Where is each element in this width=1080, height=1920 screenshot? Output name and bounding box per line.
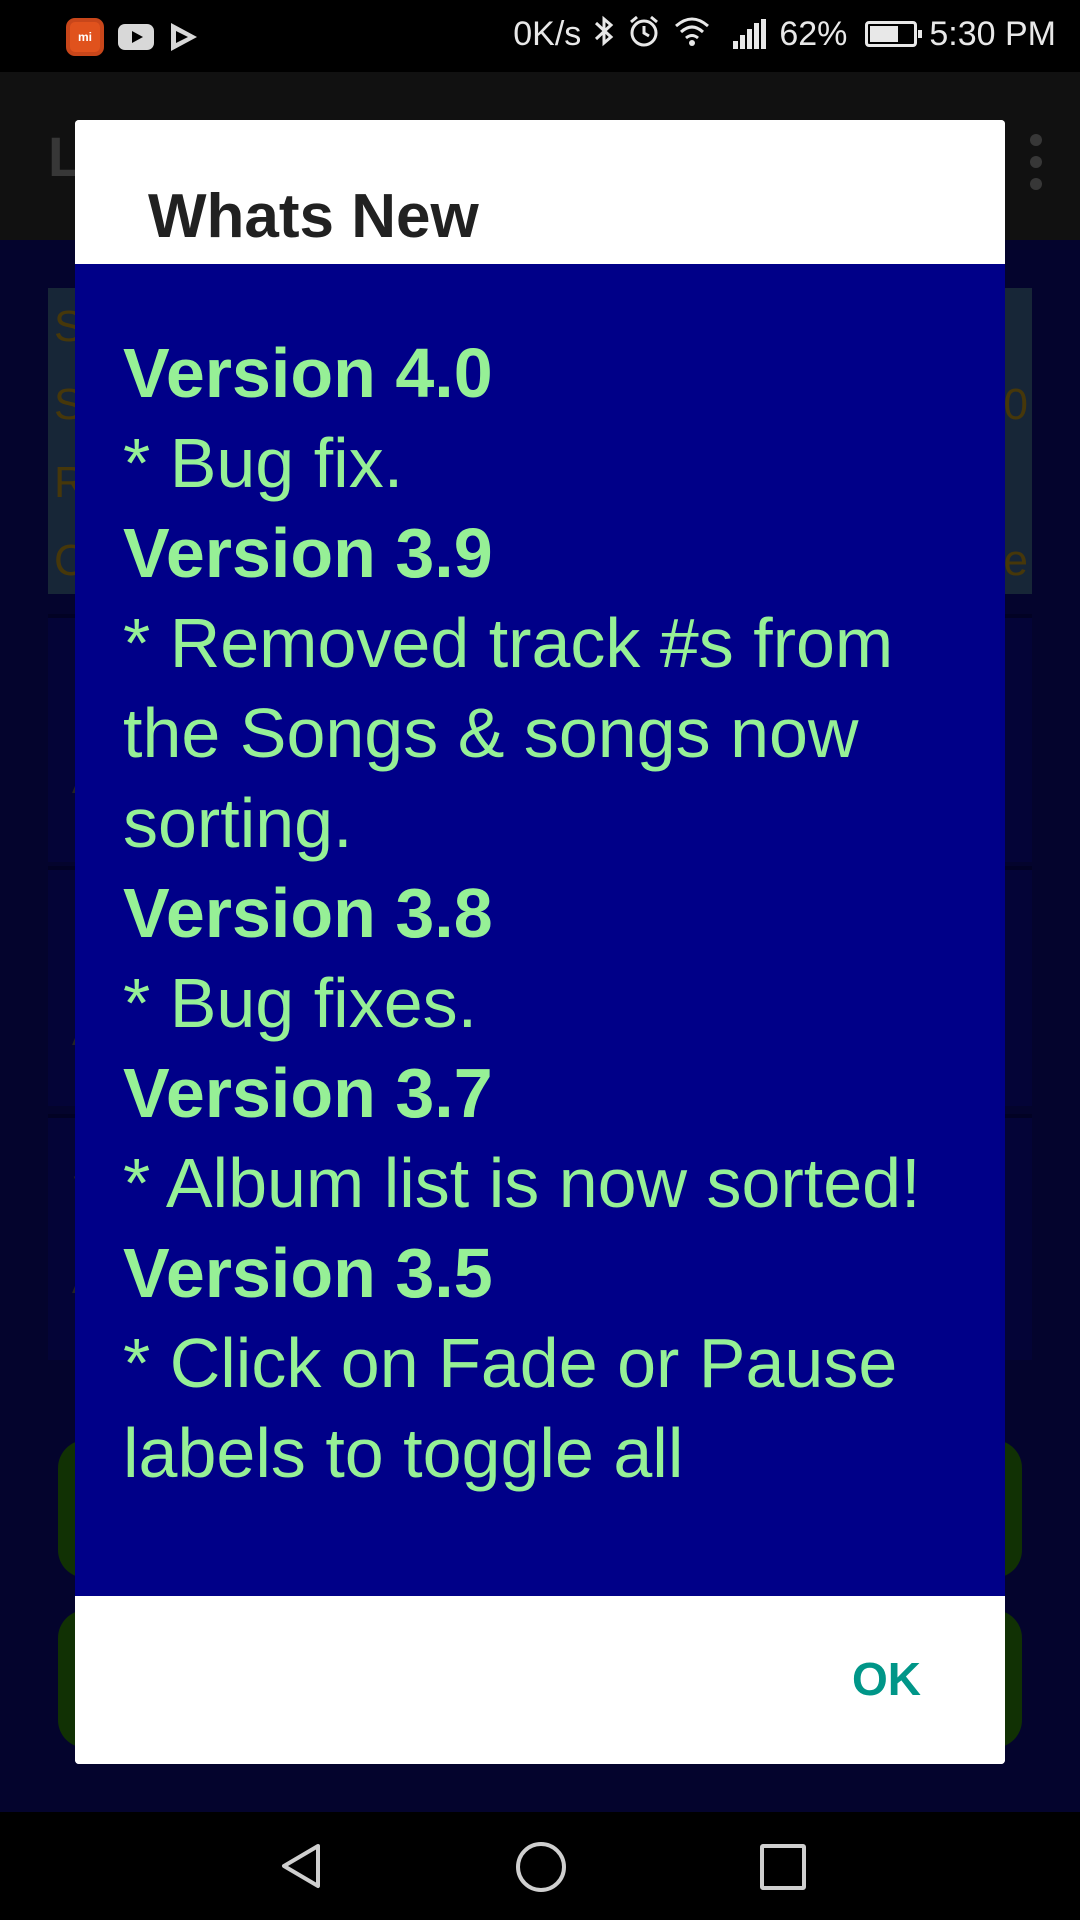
status-bar: mi 0K/s 62% 5:30 PM: [0, 0, 1080, 72]
battery-percent: 62%: [779, 14, 848, 53]
version-heading: Version 4.0: [123, 334, 493, 412]
dialog-body[interactable]: Version 4.0 * Bug fix. Version 3.9 * Remove…: [75, 264, 1005, 1596]
youtube-icon: [118, 24, 154, 50]
version-heading: Version 3.5: [123, 1234, 493, 1312]
changelog-list: Version 4.0 * Bug fix. Version 3.9 * Remove…: [123, 328, 963, 1498]
version-heading: Version 3.7: [123, 1054, 493, 1132]
ok-button[interactable]: OK: [852, 1652, 921, 1706]
signal-icon: [733, 19, 767, 49]
changelog-entry: Version 4.0 * Bug fix.: [123, 328, 963, 508]
screen: mi 0K/s 62% 5:30 PM Whats New Version 4.…: [0, 0, 1080, 1920]
version-note: * Bug fix.: [123, 424, 404, 502]
dialog-header: Whats New: [75, 120, 1005, 264]
dialog-title: Whats New: [148, 182, 479, 251]
changelog-entry: Version 3.8 * Bug fixes.: [123, 868, 963, 1048]
version-note: * Bug fixes.: [123, 964, 478, 1042]
version-note: * Album list is now sorted!: [123, 1144, 921, 1222]
navigation-bar: [0, 1812, 1080, 1920]
bluetooth-icon: [593, 14, 615, 54]
network-speed: 0K/s: [513, 14, 582, 53]
home-icon[interactable]: [516, 1842, 566, 1892]
mi-app-icon: mi: [66, 18, 104, 56]
alarm-icon: [627, 14, 661, 54]
recent-apps-icon[interactable]: [760, 1844, 806, 1890]
play-store-icon: [168, 22, 198, 52]
wifi-icon: [673, 15, 711, 53]
version-heading: Version 3.9: [123, 514, 493, 592]
changelog-entry: Version 3.7 * Album list is now sorted!: [123, 1048, 963, 1228]
battery-icon: [865, 21, 923, 47]
version-heading: Version 3.8: [123, 874, 493, 952]
version-note: * Removed track #s from the Songs & song…: [123, 604, 894, 862]
version-note: * Click on Fade or Pause labels to toggl…: [123, 1324, 898, 1492]
changelog-entry: Version 3.9 * Removed track #s from the S…: [123, 508, 963, 868]
whats-new-dialog: Whats New Version 4.0 * Bug fix. Version 3…: [75, 120, 1005, 1764]
changelog-entry: Version 3.5 * Click on Fade or Pause labe…: [123, 1228, 963, 1498]
clock: 5:30 PM: [929, 14, 1056, 53]
battery-fill: [870, 26, 898, 42]
dialog-footer: OK: [75, 1596, 1005, 1764]
back-icon[interactable]: [278, 1842, 324, 1890]
